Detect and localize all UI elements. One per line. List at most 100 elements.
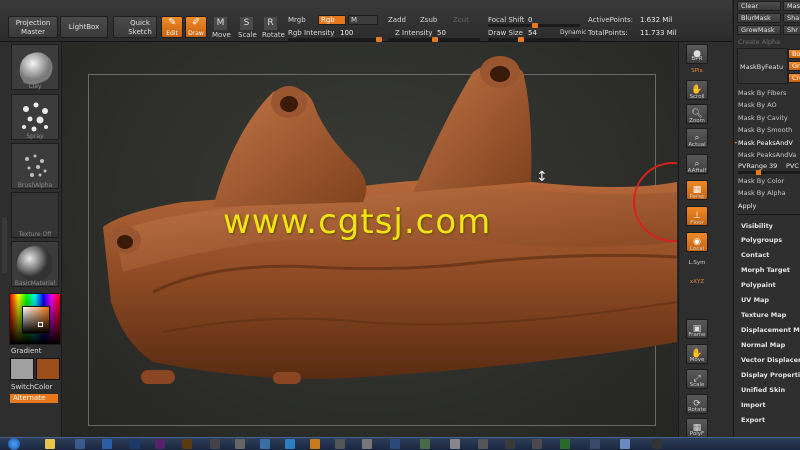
draw-button[interactable]: ✐ Draw xyxy=(185,16,207,38)
menu-export[interactable]: Export xyxy=(741,416,765,424)
app-icon-4[interactable] xyxy=(260,439,270,449)
pvc-slider[interactable]: PVC xyxy=(786,162,799,170)
after-effects-icon[interactable] xyxy=(155,439,165,449)
mrgb-button[interactable]: Mrgb xyxy=(288,16,306,24)
app-icon-10[interactable] xyxy=(450,439,460,449)
edit-button[interactable]: ✎ Edit xyxy=(161,16,183,38)
focal-shift-slider[interactable] xyxy=(488,23,580,28)
projection-master-button[interactable]: Projection Master xyxy=(8,16,58,38)
zsub-button[interactable]: Zsub xyxy=(420,16,437,24)
illustrator-icon[interactable] xyxy=(182,439,192,449)
app-icon-8[interactable] xyxy=(390,439,400,449)
lsym-button[interactable]: L.Sym xyxy=(682,260,712,266)
secondary-color-swatch[interactable] xyxy=(10,358,34,380)
menu-polygroups[interactable]: Polygroups xyxy=(741,236,782,244)
mask-by-fibers-item[interactable]: Mask By Fibers xyxy=(738,89,786,97)
gradient-toggle[interactable]: Gradient xyxy=(11,347,41,355)
right-shelf: ● BPR SPix ✋ Scroll 🔍︎ Zoom ⌕ Actual ⌕ A… xyxy=(678,42,732,438)
windows-taskbar xyxy=(0,437,800,450)
scale-icon[interactable]: S xyxy=(240,17,253,30)
menu-visibility[interactable]: Visibility xyxy=(741,222,773,230)
rgb-intensity-slider[interactable] xyxy=(288,37,382,42)
menu-vector-displacement[interactable]: Vector Displacem xyxy=(741,356,800,364)
menu-display-properties[interactable]: Display Properti xyxy=(741,371,800,379)
app-icon-9[interactable] xyxy=(420,439,430,449)
menu-texture-map[interactable]: Texture Map xyxy=(741,311,786,319)
zbrush-taskbar-icon[interactable] xyxy=(310,439,320,449)
lightbox-label: LightBox xyxy=(68,23,100,31)
menu-normal-map[interactable]: Normal Map xyxy=(741,341,785,349)
groups-toggle[interactable]: Gro xyxy=(788,61,800,71)
app-icon-13[interactable] xyxy=(532,439,542,449)
start-button-icon[interactable] xyxy=(8,438,20,450)
app-icon-15[interactable] xyxy=(590,439,600,449)
lightbox-button[interactable]: LightBox xyxy=(60,16,108,38)
mask-by-cavity-item[interactable]: Mask By Cavity xyxy=(738,114,788,122)
menu-import[interactable]: Import xyxy=(741,401,766,409)
mask-peaks-valleys-item-2[interactable]: Mask PeaksAndVa xyxy=(738,151,796,159)
switch-color-button[interactable]: SwitchColor xyxy=(11,383,52,391)
app-icon-5[interactable] xyxy=(285,439,295,449)
mask-by-ao-item[interactable]: Mask By AO xyxy=(738,101,777,109)
create-alpha-button[interactable]: Create Alpha xyxy=(738,38,780,46)
alternate-button[interactable]: Alternate xyxy=(10,394,58,403)
border-toggle[interactable]: Bor xyxy=(788,49,800,59)
pv-range-track[interactable] xyxy=(738,170,800,175)
clear-mask-button[interactable]: Clear xyxy=(737,1,781,11)
color-saturation-square[interactable] xyxy=(22,306,50,334)
apply-button[interactable]: Apply xyxy=(738,202,756,210)
pv-range-slider[interactable]: PVRange 39 xyxy=(738,162,777,170)
mask-by-color-item[interactable]: Mask By Color xyxy=(738,177,784,185)
ie-icon[interactable] xyxy=(102,439,112,449)
z-intensity-slider[interactable] xyxy=(388,37,480,42)
zcut-button[interactable]: Zcut xyxy=(453,16,469,24)
photoshop-icon[interactable] xyxy=(130,439,140,449)
spix-label[interactable]: SPix xyxy=(682,68,712,74)
blur-mask-button[interactable]: BlurMask xyxy=(737,13,781,23)
app-icon-12[interactable] xyxy=(505,439,515,449)
m-button[interactable]: M xyxy=(348,15,378,25)
app-icon-3[interactable] xyxy=(235,439,245,449)
app-icon-14[interactable] xyxy=(560,439,570,449)
zadd-button[interactable]: Zadd xyxy=(388,16,406,24)
mask-by-feature-group: MaskByFeatu xyxy=(737,48,788,84)
mask-all-button[interactable]: Mas xyxy=(783,1,800,11)
dynamic-toggle[interactable]: Dynamic xyxy=(560,29,586,36)
move-icon[interactable]: M xyxy=(214,17,227,30)
quick-sketch-button[interactable]: Quick Sketch xyxy=(113,16,157,38)
menu-displacement-map[interactable]: Displacement Ma xyxy=(741,326,800,334)
app-icon-16[interactable] xyxy=(620,439,630,449)
menu-uv-map[interactable]: UV Map xyxy=(741,296,769,304)
menu-morph-target[interactable]: Morph Target xyxy=(741,266,790,274)
grow-mask-button[interactable]: GrowMask xyxy=(737,25,781,35)
menu-contact[interactable]: Contact xyxy=(741,251,769,259)
sharpen-mask-button[interactable]: Sha xyxy=(783,13,800,23)
rotate-icon[interactable]: R xyxy=(264,17,277,30)
app-icon-7[interactable] xyxy=(362,439,372,449)
app-icon-2[interactable] xyxy=(210,439,220,449)
mask-by-alpha-item[interactable]: Mask By Alpha xyxy=(738,189,786,197)
edit-label: Edit xyxy=(166,30,178,37)
rgb-button[interactable]: Rgb xyxy=(318,15,346,25)
mask-by-smooth-item[interactable]: Mask By Smooth xyxy=(738,126,792,134)
aahalf-label: AAHalf xyxy=(687,168,707,174)
app-icon-11[interactable] xyxy=(478,439,488,449)
mask-peaks-valleys-item[interactable]: Mask PeaksAndV xyxy=(734,139,793,147)
primary-color-swatch[interactable] xyxy=(36,358,60,380)
app-icon-1[interactable] xyxy=(75,439,85,449)
xyz-button[interactable]: xXYZ xyxy=(682,279,712,285)
left-shelf: Clay Spray BrushAlpha Texture Off BasicM… xyxy=(0,42,62,437)
shrink-mask-button[interactable]: Shr xyxy=(783,25,800,35)
menu-unified-skin[interactable]: Unified Skin xyxy=(741,386,785,394)
app-icon-17[interactable] xyxy=(652,439,662,449)
app-icon-6[interactable] xyxy=(335,439,345,449)
scale-view-label: Scale xyxy=(689,382,705,388)
mask-by-feature-button[interactable]: MaskByFeatu xyxy=(740,63,783,71)
explorer-icon[interactable] xyxy=(45,439,55,449)
canvas-viewport[interactable]: ↕ www.cgtsj.com xyxy=(63,42,677,437)
draw-size-slider[interactable] xyxy=(488,37,580,42)
crease-toggle[interactable]: Cre xyxy=(788,73,800,83)
left-tray-handle[interactable] xyxy=(2,217,7,273)
color-picker[interactable] xyxy=(9,293,61,345)
menu-polypaint[interactable]: Polypaint xyxy=(741,281,776,289)
